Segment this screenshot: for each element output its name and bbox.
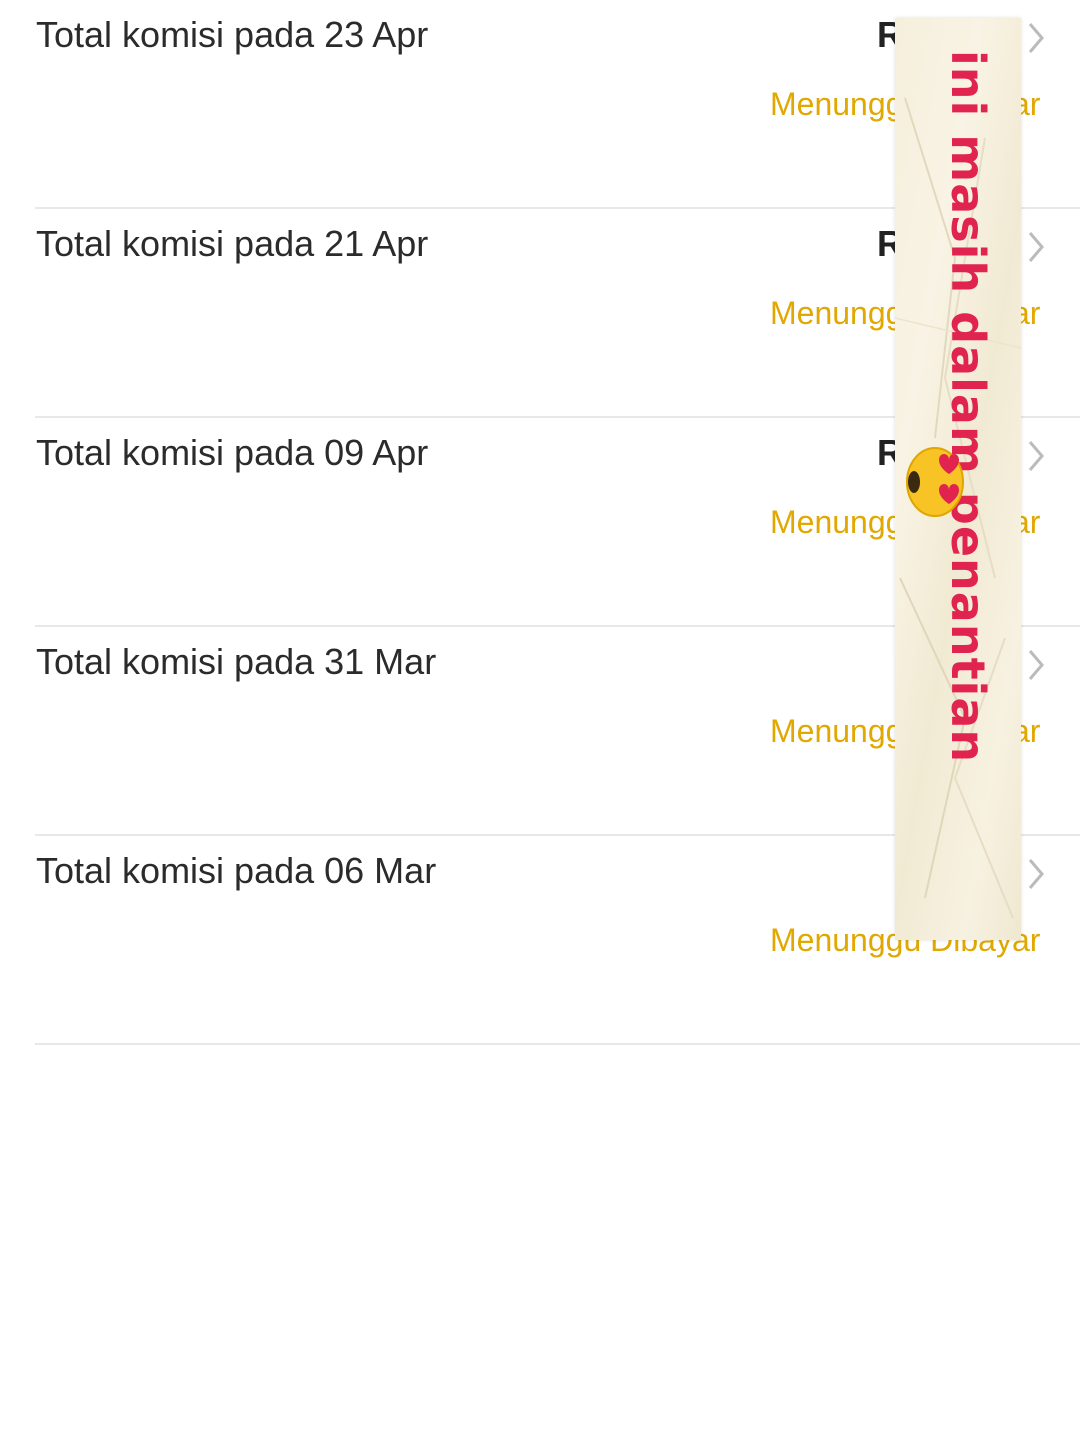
heart-eyes-emoji-icon xyxy=(906,447,964,517)
chevron-right-icon[interactable] xyxy=(1022,436,1050,476)
commission-title: Total komisi pada 06 Mar xyxy=(36,850,437,891)
commission-title: Total komisi pada 31 Mar xyxy=(36,641,437,682)
commission-title: Total komisi pada 23 Apr xyxy=(36,14,429,55)
chevron-right-icon[interactable] xyxy=(1022,854,1050,894)
chevron-right-icon[interactable] xyxy=(1022,227,1050,267)
sticker-caption: ini masih dalam penantian xyxy=(941,50,995,764)
chevron-right-icon[interactable] xyxy=(1022,645,1050,685)
commission-page: Total komisi pada 23 Apr Rp2 Menunggu Di… xyxy=(0,0,1080,1440)
chevron-right-icon[interactable] xyxy=(1022,18,1050,58)
commission-title: Total komisi pada 21 Apr xyxy=(36,223,429,264)
commission-title: Total komisi pada 09 Apr xyxy=(36,432,429,473)
